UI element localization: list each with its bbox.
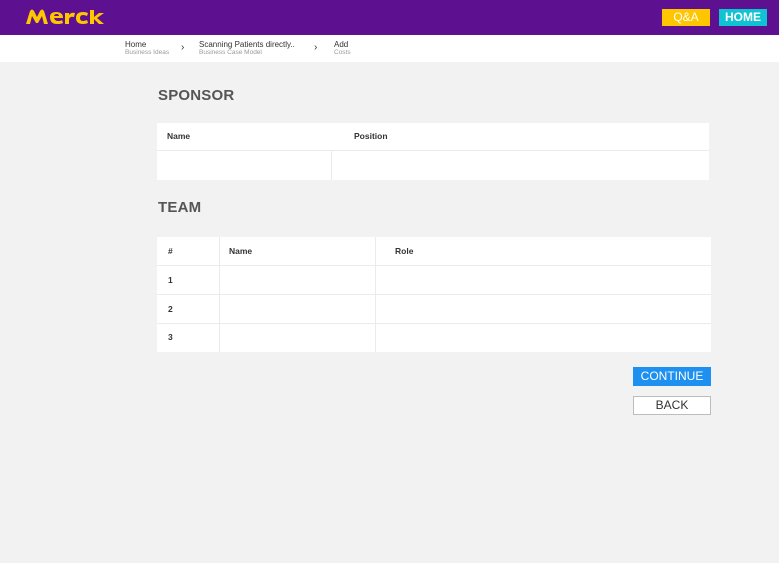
- qa-button[interactable]: Q&A: [662, 9, 710, 26]
- home-button[interactable]: HOME: [719, 9, 767, 26]
- team-role-field[interactable]: [376, 295, 711, 323]
- row-number: 2: [168, 304, 173, 314]
- top-nav-bar: Q&A HOME: [0, 0, 779, 35]
- chevron-right-icon: ›: [314, 42, 318, 53]
- back-button[interactable]: BACK: [633, 396, 711, 415]
- column-header-number: #: [168, 246, 173, 256]
- sponsor-heading: SPONSOR: [158, 87, 235, 104]
- team-name-field[interactable]: [220, 266, 375, 294]
- breadcrumb-item-add[interactable]: Add Costs: [334, 40, 351, 57]
- team-role-field[interactable]: [376, 324, 711, 352]
- row-number: 1: [168, 275, 173, 285]
- breadcrumb-sublabel: Costs: [334, 49, 351, 56]
- breadcrumb-label: Add: [334, 40, 349, 49]
- chevron-right-icon: ›: [181, 42, 185, 53]
- column-header-name: Name: [229, 246, 253, 256]
- breadcrumb-sublabel: Business Case Model: [199, 49, 262, 56]
- breadcrumb-label: Scanning Patients directly..: [199, 40, 295, 49]
- continue-button[interactable]: CONTINUE: [633, 367, 711, 386]
- team-heading: TEAM: [158, 199, 202, 216]
- breadcrumb-item-business-case[interactable]: Scanning Patients directly.. Business Ca…: [199, 40, 295, 57]
- sponsor-table: Name Position: [157, 123, 709, 180]
- breadcrumb-sublabel: Business Ideas: [125, 49, 170, 56]
- breadcrumb: Home Business Ideas › Scanning Patients …: [0, 35, 779, 62]
- column-header-name: Name: [167, 131, 191, 141]
- column-header-role: Role: [395, 246, 414, 256]
- merck-logo-icon: [26, 9, 104, 24]
- breadcrumb-label: Home: [125, 40, 147, 49]
- team-table: # Name Role 1 2 3: [157, 237, 711, 352]
- sponsor-position-field[interactable]: [332, 151, 709, 180]
- row-number: 3: [168, 332, 173, 342]
- team-role-field[interactable]: [376, 266, 711, 294]
- column-header-position: Position: [354, 131, 388, 141]
- merck-logo[interactable]: [26, 6, 126, 28]
- team-name-field[interactable]: [220, 295, 375, 323]
- sponsor-name-field[interactable]: [157, 151, 331, 180]
- team-name-field[interactable]: [220, 324, 375, 352]
- breadcrumb-item-home[interactable]: Home Business Ideas: [125, 40, 169, 57]
